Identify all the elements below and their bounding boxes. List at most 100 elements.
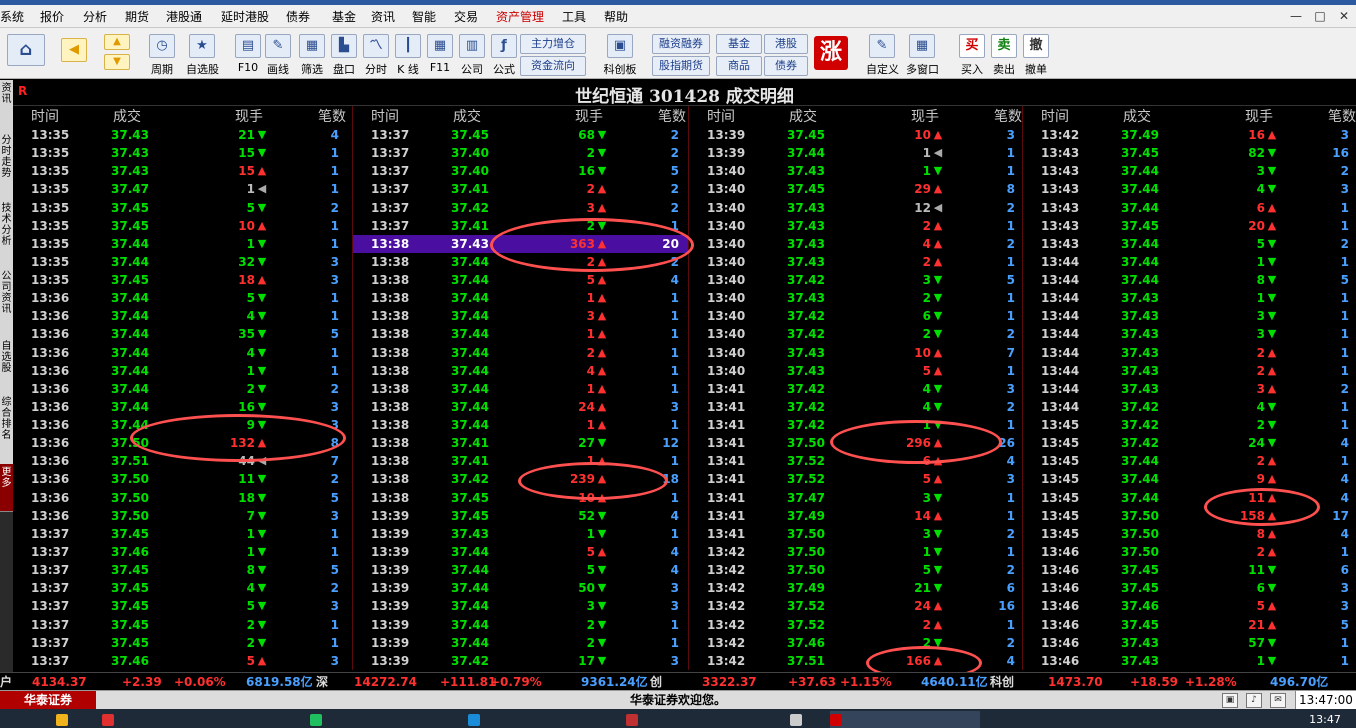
- trade-row[interactable]: 13:37 37.45 2 ▼ 1: [13, 634, 353, 652]
- trade-row[interactable]: 13:44 37.43 3 ▼ 1: [1023, 325, 1356, 343]
- trade-row[interactable]: 13:37 37.41 2 ▲ 2: [353, 180, 689, 198]
- trade-row[interactable]: 13:42 37.49 16 ▲ 3: [1023, 126, 1356, 144]
- trade-row[interactable]: 13:44 37.42 4 ▼ 1: [1023, 398, 1356, 416]
- trade-row[interactable]: 13:46 37.43 1 ▼ 1: [1023, 652, 1356, 670]
- home-button[interactable]: ⌂: [4, 34, 48, 66]
- minimize-button[interactable]: —: [1284, 5, 1308, 27]
- trade-row[interactable]: 13:43 37.44 4 ▼ 3: [1023, 180, 1356, 198]
- trade-row[interactable]: 13:40 37.45 29 ▲ 8: [689, 180, 1023, 198]
- trade-row[interactable]: 13:36 37.44 4 ▼ 1: [13, 307, 353, 325]
- trade-row[interactable]: 13:41 37.50 296 ▲ 26: [689, 434, 1023, 452]
- trade-row[interactable]: 13:39 37.44 5 ▲ 4: [353, 543, 689, 561]
- toolbar-button[interactable]: ▦ 筛选: [296, 34, 328, 77]
- trade-row[interactable]: 13:46 37.50 2 ▲ 1: [1023, 543, 1356, 561]
- trade-row[interactable]: 13:41 37.49 14 ▲ 1: [689, 507, 1023, 525]
- trade-row[interactable]: 13:37 37.40 16 ▼ 5: [353, 162, 689, 180]
- menu-item[interactable]: 报价: [40, 8, 64, 25]
- trade-row[interactable]: 13:38 37.42 239 ▲ 18: [353, 470, 689, 488]
- trade-row[interactable]: 13:36 37.44 2 ▼ 2: [13, 380, 353, 398]
- trade-row[interactable]: 13:36 37.44 9 ▼ 3: [13, 416, 353, 434]
- trade-row[interactable]: 13:46 37.45 11 ▼ 6: [1023, 561, 1356, 579]
- main-force-increase-button[interactable]: 主力增仓: [520, 34, 586, 54]
- bond-button[interactable]: 债券: [764, 56, 808, 76]
- back-button[interactable]: ◀: [60, 38, 88, 62]
- trade-row[interactable]: 13:39 37.42 17 ▼ 3: [353, 652, 689, 670]
- trade-row[interactable]: 13:43 37.45 20 ▲ 1: [1023, 217, 1356, 235]
- trade-row[interactable]: 13:41 37.42 4 ▼ 2: [689, 398, 1023, 416]
- margin-trading-button[interactable]: 融资融券: [652, 34, 710, 54]
- trade-row[interactable]: 13:36 37.51 44 ◀ 7: [13, 452, 353, 470]
- kechuang-board-button[interactable]: ▣ 科创板: [598, 34, 642, 77]
- trade-row[interactable]: 13:40 37.42 6 ▼ 1: [689, 307, 1023, 325]
- taskbar-app-browser[interactable]: [468, 711, 618, 728]
- trade-row[interactable]: 13:41 37.47 3 ▼ 1: [689, 489, 1023, 507]
- trade-row[interactable]: 13:38 37.44 1 ▲ 1: [353, 289, 689, 307]
- side-tab[interactable]: 技术分析: [0, 200, 13, 270]
- trade-row[interactable]: 13:37 37.45 4 ▼ 2: [13, 579, 353, 597]
- trade-row[interactable]: 13:38 37.41 27 ▼ 12: [353, 434, 689, 452]
- maximize-button[interactable]: □: [1308, 5, 1332, 27]
- trade-row[interactable]: 13:36 37.50 132 ▲ 8: [13, 434, 353, 452]
- trade-row[interactable]: 13:35 37.45 10 ▲ 1: [13, 217, 353, 235]
- trade-row[interactable]: 13:39 37.45 10 ▲ 3: [689, 126, 1023, 144]
- menu-item[interactable]: 港股通: [166, 8, 202, 25]
- toolbar-button[interactable]: ◷ 周期: [146, 34, 178, 77]
- trade-row[interactable]: 13:38 37.44 1 ▲ 1: [353, 325, 689, 343]
- trade-row[interactable]: 13:38 37.44 2 ▲ 2: [353, 253, 689, 271]
- trade-row[interactable]: 13:42 37.50 1 ▼ 1: [689, 543, 1023, 561]
- trade-row[interactable]: 13:40 37.43 1 ▼ 1: [689, 162, 1023, 180]
- side-tab[interactable]: 公司资讯: [0, 268, 13, 340]
- trade-row[interactable]: 13:37 37.46 1 ▼ 1: [13, 543, 353, 561]
- trade-row[interactable]: 13:40 37.43 2 ▲ 1: [689, 253, 1023, 271]
- trade-row[interactable]: 13:40 37.43 2 ▲ 1: [689, 217, 1023, 235]
- trade-row[interactable]: 13:45 37.42 24 ▼ 4: [1023, 434, 1356, 452]
- trade-row[interactable]: 13:35 37.44 32 ▼ 3: [13, 253, 353, 271]
- trade-row[interactable]: 13:35 37.44 1 ▼ 1: [13, 235, 353, 253]
- trade-row[interactable]: 13:42 37.52 2 ▲ 1: [689, 616, 1023, 634]
- trade-row[interactable]: 13:40 37.42 2 ▼ 2: [689, 325, 1023, 343]
- trade-row[interactable]: 13:41 37.52 5 ▲ 3: [689, 470, 1023, 488]
- trade-row[interactable]: 13:36 37.50 7 ▼ 3: [13, 507, 353, 525]
- trade-row[interactable]: 13:39 37.44 2 ▼ 1: [353, 616, 689, 634]
- taskbar-app-trading[interactable]: [830, 711, 980, 728]
- trade-row[interactable]: 13:36 37.44 16 ▼ 3: [13, 398, 353, 416]
- trade-row[interactable]: 13:41 37.50 3 ▼ 2: [689, 525, 1023, 543]
- menu-item[interactable]: 期货: [125, 8, 149, 25]
- trade-row[interactable]: 13:39 37.44 2 ▼ 1: [353, 634, 689, 652]
- trade-row[interactable]: 13:44 37.43 3 ▲ 2: [1023, 380, 1356, 398]
- trade-row[interactable]: 13:37 37.45 1 ▼ 1: [13, 525, 353, 543]
- trade-row[interactable]: 13:37 37.40 2 ▼ 2: [353, 144, 689, 162]
- trade-row[interactable]: 13:36 37.50 11 ▼ 2: [13, 470, 353, 488]
- trade-row[interactable]: 13:40 37.42 3 ▼ 5: [689, 271, 1023, 289]
- toolbar-button[interactable]: 卖卖出: [988, 34, 1020, 77]
- trade-row[interactable]: 13:41 37.42 1 ▼ 1: [689, 416, 1023, 434]
- trade-row[interactable]: 13:39 37.44 5 ▼ 4: [353, 561, 689, 579]
- bell-icon[interactable]: ♪: [1246, 693, 1262, 708]
- toolbar-button[interactable]: ┃ K 线: [392, 34, 424, 77]
- taskbar-app-doc[interactable]: [626, 711, 776, 728]
- trade-row[interactable]: 13:42 37.50 5 ▼ 2: [689, 561, 1023, 579]
- trade-row[interactable]: 13:38 37.44 5 ▲ 4: [353, 271, 689, 289]
- index-futures-button[interactable]: 股指期货: [652, 56, 710, 76]
- menu-item[interactable]: 交易: [454, 8, 478, 25]
- trade-row[interactable]: 13:35 37.43 21 ▼ 4: [13, 126, 353, 144]
- trade-row[interactable]: 13:38 37.44 4 ▲ 1: [353, 362, 689, 380]
- menu-item[interactable]: 分析: [83, 8, 107, 25]
- trade-row[interactable]: 13:45 37.50 158 ▲ 17: [1023, 507, 1356, 525]
- trade-row[interactable]: 13:38 37.44 1 ▲ 1: [353, 380, 689, 398]
- toolbar-button[interactable]: ✎ 画线: [262, 34, 294, 77]
- trade-row[interactable]: 13:45 37.44 9 ▲ 4: [1023, 470, 1356, 488]
- taskbar-app-chat[interactable]: [310, 711, 332, 728]
- trade-row[interactable]: 13:40 37.43 5 ▲ 1: [689, 362, 1023, 380]
- trade-row[interactable]: 13:38 37.44 2 ▲ 1: [353, 344, 689, 362]
- taskbar-app-folder[interactable]: [56, 711, 78, 728]
- trade-row[interactable]: 13:35 37.45 18 ▲ 3: [13, 271, 353, 289]
- trade-row[interactable]: 13:43 37.44 6 ▲ 1: [1023, 199, 1356, 217]
- trade-row[interactable]: 13:46 37.45 6 ▼ 3: [1023, 579, 1356, 597]
- side-tab[interactable]: 分时走势: [0, 132, 13, 202]
- trade-row[interactable]: 13:40 37.43 2 ▼ 1: [689, 289, 1023, 307]
- trade-row[interactable]: 13:36 37.44 1 ▼ 1: [13, 362, 353, 380]
- trade-row[interactable]: 13:36 37.44 35 ▼ 5: [13, 325, 353, 343]
- trade-row[interactable]: 13:39 37.44 50 ▼ 3: [353, 579, 689, 597]
- side-tab[interactable]: 综合排名: [0, 394, 13, 466]
